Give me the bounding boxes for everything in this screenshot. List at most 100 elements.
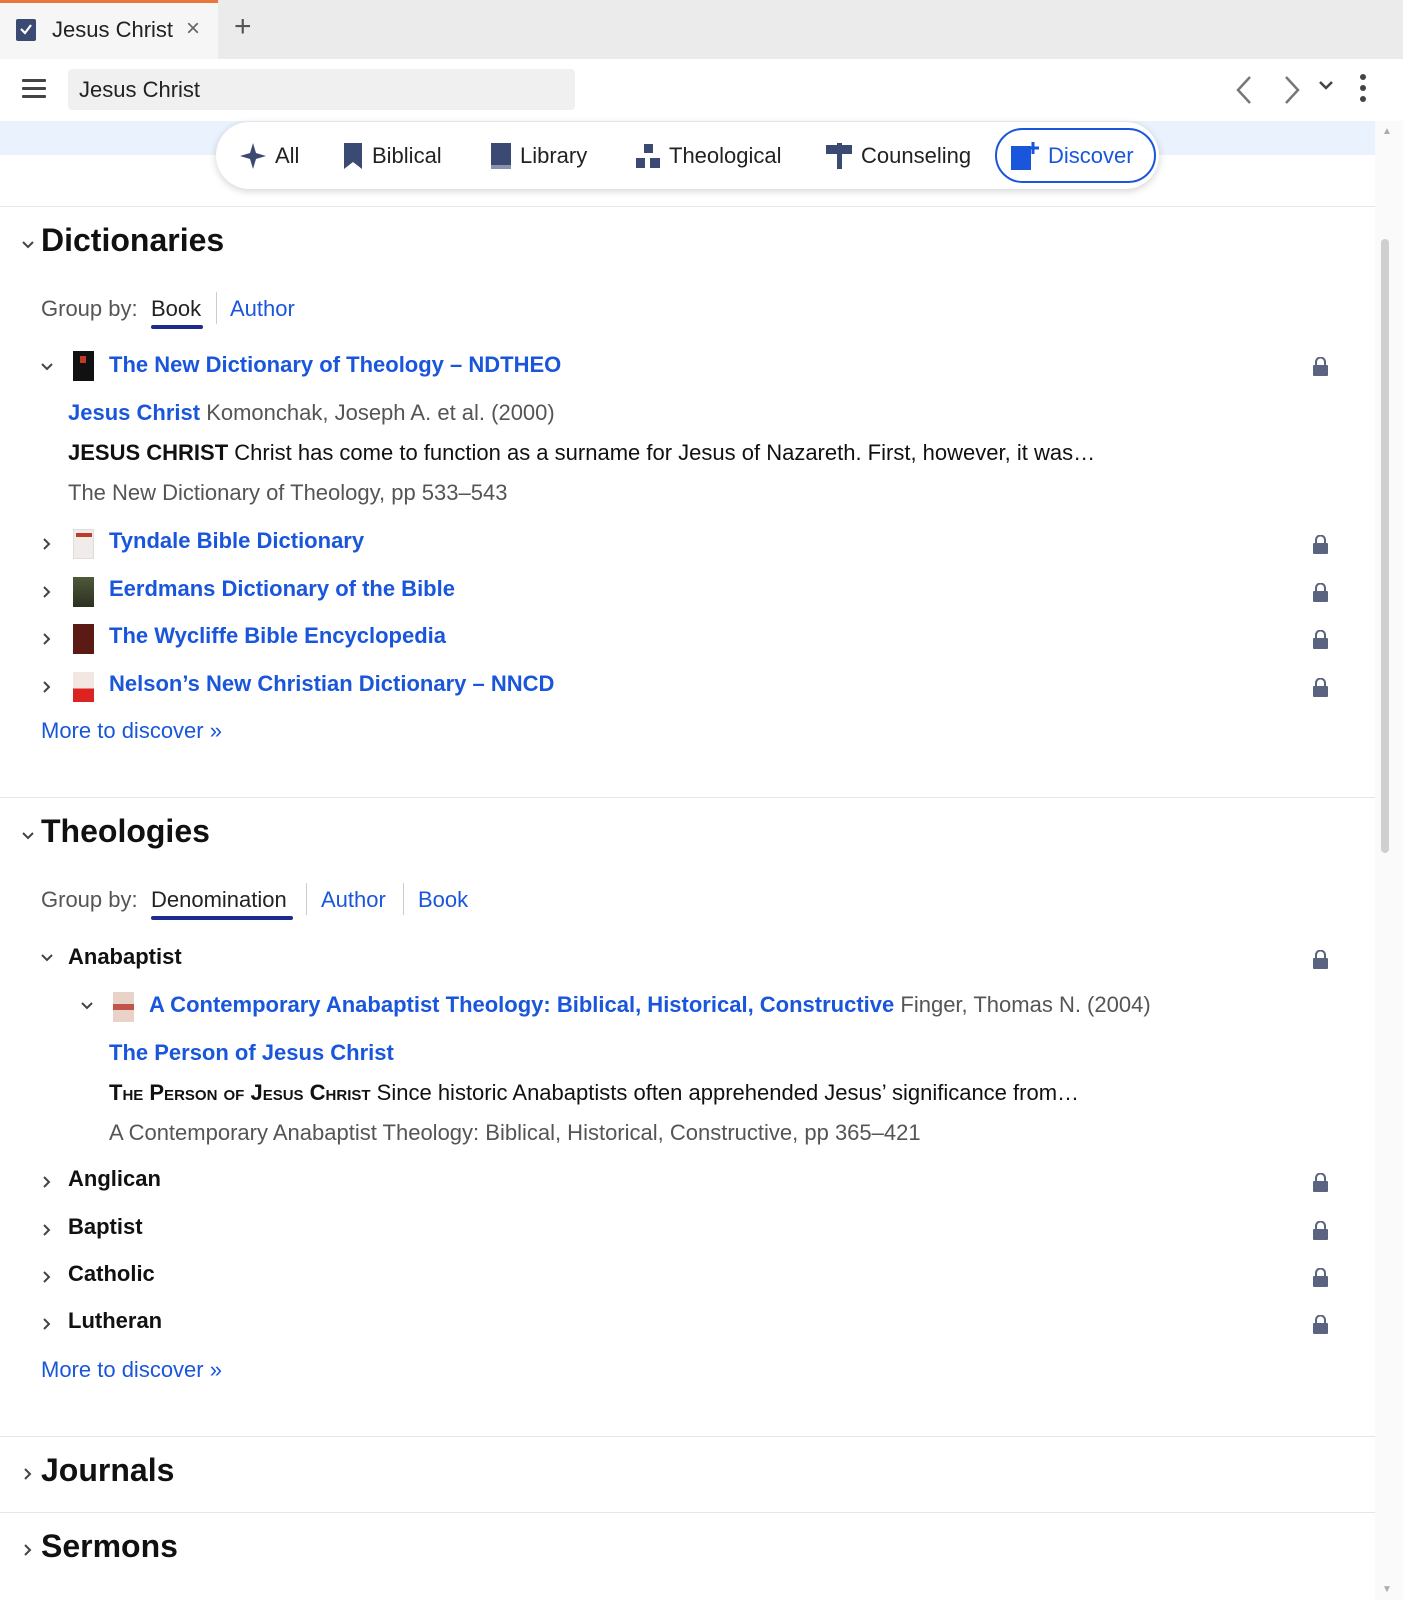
book-cover-tyndale	[73, 529, 94, 559]
book-title-nncd[interactable]: Nelson’s New Christian Dictionary – NNCD	[109, 671, 554, 697]
checklist-icon	[16, 19, 36, 41]
add-book-icon	[1011, 141, 1039, 170]
collapse-chevron-icon[interactable]	[80, 1001, 94, 1011]
expand-chevron-icon[interactable]	[42, 1270, 52, 1284]
group-catholic[interactable]: Catholic	[68, 1261, 155, 1287]
group-by-author[interactable]: Author	[321, 887, 386, 913]
lock-icon	[1313, 630, 1328, 649]
book-cover-wycliffe	[73, 624, 94, 654]
selected-underline	[151, 916, 293, 920]
group-by-book[interactable]: Book	[151, 296, 201, 322]
lock-icon	[1313, 357, 1328, 376]
scrollbar[interactable]	[1375, 121, 1403, 1600]
expand-chevron-icon[interactable]	[23, 1543, 33, 1557]
book-title-wycliffe[interactable]: The Wycliffe Bible Encyclopedia	[109, 623, 446, 649]
article-snippet: JESUS CHRIST Christ has come to function…	[68, 440, 1095, 466]
filter-theological[interactable]: Theological	[636, 122, 782, 189]
scrollbar-thumb[interactable]	[1381, 239, 1389, 853]
book-title-eerdmans[interactable]: Eerdmans Dictionary of the Bible	[109, 576, 455, 602]
article-title-link[interactable]: Jesus Christ	[68, 400, 200, 425]
book-title-tyndale[interactable]: Tyndale Bible Dictionary	[109, 528, 364, 554]
book-row-anabaptist: A Contemporary Anabaptist Theology: Bibl…	[149, 992, 1151, 1018]
book-cover-nncd	[73, 672, 94, 702]
tab-jesus-christ[interactable]: Jesus Christ ×	[0, 0, 218, 59]
lock-icon	[1313, 1315, 1328, 1334]
more-options-icon[interactable]	[1360, 74, 1366, 107]
group-by-label: Group by:	[41, 296, 138, 321]
snippet-heading: JESUS CHRIST	[68, 440, 229, 465]
close-icon[interactable]: ×	[186, 17, 200, 41]
book-title-ndtheo[interactable]: The New Dictionary of Theology – NDTHEO	[109, 352, 561, 378]
filter-biblical[interactable]: Biblical	[343, 122, 442, 189]
article-source: The New Dictionary of Theology, pp 533–5…	[68, 480, 508, 505]
filter-library[interactable]: Library	[491, 122, 587, 189]
filter-counseling[interactable]: Counseling	[826, 122, 971, 189]
snippet-heading: The Person of Jesus Christ	[109, 1080, 371, 1105]
tab-bar: Jesus Christ × +	[0, 0, 1403, 59]
collapse-chevron-icon[interactable]	[21, 240, 35, 250]
group-separator	[306, 883, 307, 915]
expand-chevron-icon[interactable]	[42, 537, 52, 551]
expand-chevron-icon[interactable]	[23, 1467, 33, 1481]
history-dropdown-icon[interactable]	[1318, 79, 1334, 91]
book-cover-eerdmans	[73, 577, 94, 607]
group-separator	[403, 883, 404, 915]
divider	[0, 1436, 1375, 1437]
scroll-up-icon[interactable]: ▲	[1382, 126, 1392, 137]
group-by-author[interactable]: Author	[230, 296, 295, 322]
expand-chevron-icon[interactable]	[42, 632, 52, 646]
new-tab-button[interactable]: +	[234, 12, 252, 42]
group-anglican[interactable]: Anglican	[68, 1166, 161, 1192]
book-title-anabaptist[interactable]: A Contemporary Anabaptist Theology: Bibl…	[149, 992, 894, 1017]
expand-chevron-icon[interactable]	[42, 680, 52, 694]
collapse-chevron-icon[interactable]	[40, 362, 54, 372]
forward-button[interactable]	[1283, 75, 1301, 105]
collapse-chevron-icon[interactable]	[21, 831, 35, 841]
article-source: A Contemporary Anabaptist Theology: Bibl…	[109, 1120, 921, 1145]
lock-icon	[1313, 535, 1328, 554]
book-meta: Finger, Thomas N. (2004)	[900, 992, 1151, 1017]
filter-all[interactable]: All	[240, 122, 299, 189]
search-input[interactable]	[68, 69, 575, 110]
signpost-icon	[826, 142, 852, 169]
expand-chevron-icon[interactable]	[42, 1317, 52, 1331]
more-to-discover-link[interactable]: More to discover »	[41, 1357, 222, 1383]
scroll-down-icon[interactable]: ▼	[1382, 1584, 1392, 1595]
group-anabaptist[interactable]: Anabaptist	[68, 944, 182, 970]
group-lutheran[interactable]: Lutheran	[68, 1308, 162, 1334]
menu-icon[interactable]	[22, 79, 46, 99]
group-separator	[216, 292, 217, 324]
book-cover-ndtheo	[73, 351, 94, 381]
lock-icon	[1313, 1268, 1328, 1287]
group-baptist[interactable]: Baptist	[68, 1214, 143, 1240]
section-title-theologies[interactable]: Theologies	[41, 813, 210, 850]
back-button[interactable]	[1235, 75, 1253, 105]
group-by-label: Group by:	[41, 887, 138, 912]
filter-discover[interactable]: Discover	[995, 128, 1156, 183]
toolbar	[0, 59, 1403, 121]
sparkle-icon	[240, 142, 266, 169]
snippet-text: Christ has come to function as a surname…	[234, 440, 1096, 465]
more-to-discover-link[interactable]: More to discover »	[41, 718, 222, 744]
section-title-sermons[interactable]: Sermons	[41, 1528, 178, 1565]
lock-icon	[1313, 678, 1328, 697]
divider	[0, 797, 1375, 798]
article-snippet: The Person of Jesus Christ Since histori…	[109, 1080, 1079, 1106]
expand-chevron-icon[interactable]	[42, 1175, 52, 1189]
snippet-text: Since historic Anabaptists often apprehe…	[376, 1080, 1080, 1105]
group-by-denomination[interactable]: Denomination	[151, 887, 287, 913]
selected-underline	[151, 325, 203, 329]
divider	[0, 1512, 1375, 1513]
hierarchy-icon	[636, 143, 660, 168]
group-by-book[interactable]: Book	[418, 887, 468, 913]
section-title-journals[interactable]: Journals	[41, 1452, 174, 1489]
expand-chevron-icon[interactable]	[42, 585, 52, 599]
filter-bar: All Biblical Library Theological Counsel…	[216, 122, 1159, 189]
article-title-link[interactable]: The Person of Jesus Christ	[109, 1040, 394, 1066]
collapse-chevron-icon[interactable]	[40, 953, 54, 963]
tab-title: Jesus Christ	[52, 17, 174, 42]
expand-chevron-icon[interactable]	[42, 1223, 52, 1237]
section-title-dictionaries[interactable]: Dictionaries	[41, 222, 224, 259]
bookmark-icon	[344, 142, 362, 169]
book-icon	[491, 142, 511, 169]
